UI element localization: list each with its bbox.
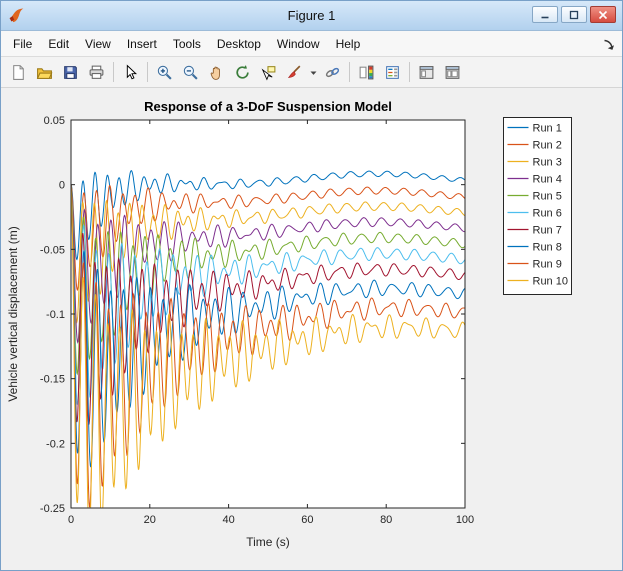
edit-plot-icon[interactable] bbox=[118, 60, 143, 85]
close-icon[interactable] bbox=[590, 6, 616, 23]
x-tick-label: 0 bbox=[68, 514, 74, 526]
pan-icon[interactable] bbox=[204, 60, 229, 85]
link-plot-icon[interactable] bbox=[320, 60, 345, 85]
axes: 0 20 40 60 80 100 0.05 0 -0.05 -0.1 -0.15 -0.2 -0.25… bbox=[1, 88, 622, 570]
legend-label: Run 8 bbox=[533, 242, 562, 254]
y-tick-label: 0 bbox=[59, 180, 65, 192]
legend-label: Run 2 bbox=[533, 140, 562, 152]
menu-edit[interactable]: Edit bbox=[40, 32, 77, 56]
dock-figure-icon[interactable] bbox=[599, 35, 617, 53]
insert-colorbar-icon[interactable] bbox=[354, 60, 379, 85]
zoom-out-icon[interactable] bbox=[178, 60, 203, 85]
x-tick-label: 100 bbox=[456, 514, 474, 526]
brush-data-icon[interactable] bbox=[282, 60, 307, 85]
x-tick-label: 40 bbox=[222, 514, 234, 526]
new-figure-icon[interactable] bbox=[6, 60, 31, 85]
data-cursor-icon[interactable] bbox=[256, 60, 281, 85]
y-tick-label: -0.15 bbox=[40, 374, 65, 386]
legend-label: Run 10 bbox=[533, 276, 568, 288]
legend-label: Run 3 bbox=[533, 157, 562, 169]
title-bar[interactable]: Figure 1 bbox=[1, 1, 622, 31]
insert-legend-icon[interactable] bbox=[380, 60, 405, 85]
y-tick-label: -0.25 bbox=[40, 503, 65, 515]
menu-bar: File Edit View Insert Tools Desktop Wind… bbox=[1, 31, 622, 57]
x-tick-label: 60 bbox=[301, 514, 313, 526]
y-tick-label: -0.2 bbox=[46, 438, 65, 450]
toolbar-separator bbox=[113, 62, 114, 82]
figure-canvas: 0 20 40 60 80 100 0.05 0 -0.05 -0.1 -0.15 -0.2 -0.25… bbox=[1, 88, 622, 570]
print-figure-icon[interactable] bbox=[84, 60, 109, 85]
toolbar-separator bbox=[409, 62, 410, 82]
toolbar-separator bbox=[349, 62, 350, 82]
brush-dropdown-icon[interactable] bbox=[308, 60, 319, 85]
legend: Run 1 Run 2 Run 3 Run 4 Run 5 Run 6 Run 7 Run 8… bbox=[504, 118, 572, 295]
menu-help[interactable]: Help bbox=[328, 32, 369, 56]
y-tick-label: -0.1 bbox=[46, 309, 65, 321]
y-tick-label: -0.05 bbox=[40, 244, 65, 256]
x-axis-label: Time (s) bbox=[246, 535, 290, 549]
window-controls bbox=[532, 6, 616, 23]
x-tick-label: 80 bbox=[380, 514, 392, 526]
window-title: Figure 1 bbox=[1, 8, 622, 23]
show-plot-tools-icon[interactable] bbox=[440, 60, 465, 85]
menu-view[interactable]: View bbox=[77, 32, 119, 56]
open-file-icon[interactable] bbox=[32, 60, 57, 85]
menu-desktop[interactable]: Desktop bbox=[209, 32, 269, 56]
save-figure-icon[interactable] bbox=[58, 60, 83, 85]
menu-file[interactable]: File bbox=[5, 32, 40, 56]
legend-label: Run 9 bbox=[533, 259, 562, 271]
legend-label: Run 4 bbox=[533, 174, 562, 186]
y-tick-label: 0.05 bbox=[44, 115, 65, 127]
hide-plot-tools-icon[interactable] bbox=[414, 60, 439, 85]
matlab-icon bbox=[8, 7, 25, 24]
legend-label: Run 7 bbox=[533, 225, 562, 237]
menu-insert[interactable]: Insert bbox=[119, 32, 165, 56]
figure-toolbar bbox=[1, 57, 622, 88]
chart-title: Response of a 3-DoF Suspension Model bbox=[144, 99, 392, 114]
zoom-in-icon[interactable] bbox=[152, 60, 177, 85]
maximize-icon[interactable] bbox=[561, 6, 587, 23]
plot-area bbox=[71, 120, 465, 508]
rotate-3d-icon[interactable] bbox=[230, 60, 255, 85]
toolbar-separator bbox=[147, 62, 148, 82]
menu-tools[interactable]: Tools bbox=[165, 32, 209, 56]
legend-label: Run 6 bbox=[533, 208, 562, 220]
menu-window[interactable]: Window bbox=[269, 32, 328, 56]
legend-label: Run 1 bbox=[533, 123, 562, 135]
x-tick-label: 20 bbox=[144, 514, 156, 526]
y-axis-label: Vehicle vertical displacement (m) bbox=[6, 226, 20, 401]
legend-label: Run 5 bbox=[533, 191, 562, 203]
figure-window: Figure 1 File Edit View Insert Tools Des… bbox=[0, 0, 623, 571]
minimize-icon[interactable] bbox=[532, 6, 558, 23]
